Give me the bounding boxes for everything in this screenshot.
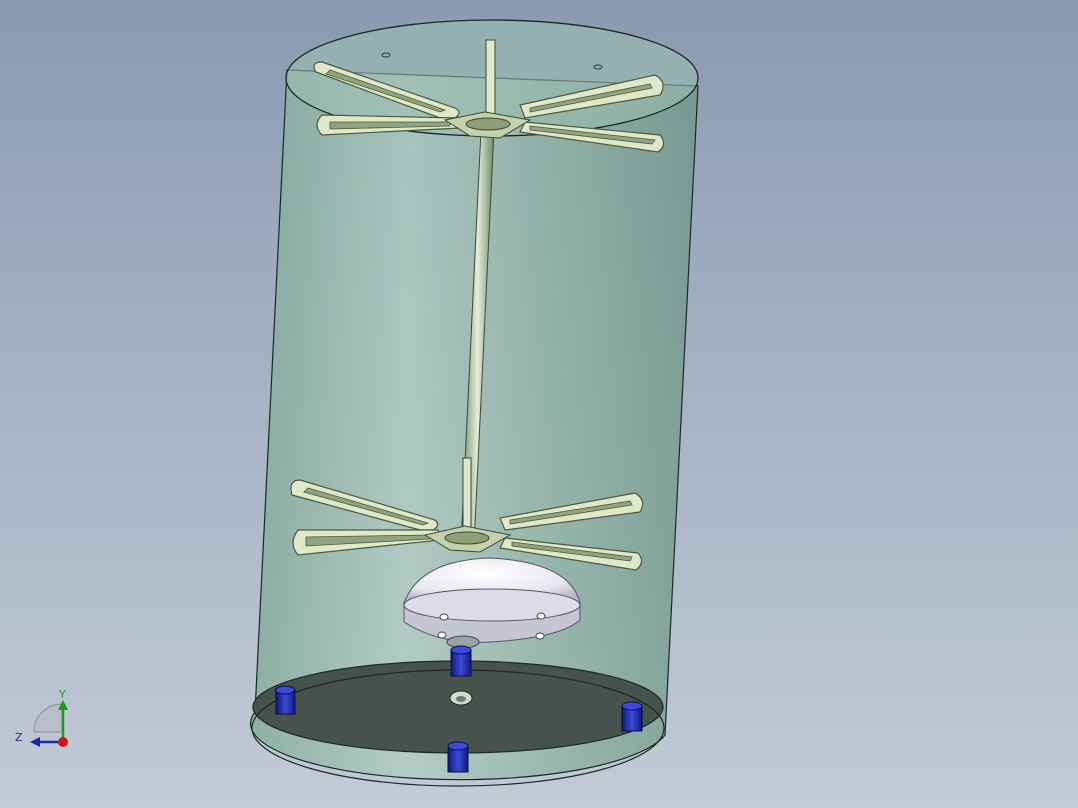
cad-3d-viewport[interactable]: Y Z bbox=[0, 0, 1078, 808]
triad-z-label: Z bbox=[15, 731, 23, 744]
foot-right bbox=[621, 701, 643, 732]
floor-center-hole-inner bbox=[456, 696, 466, 702]
dome-bolt-2 bbox=[536, 612, 546, 620]
triad-x-dot-icon bbox=[58, 737, 68, 747]
dome-bolt-1 bbox=[439, 613, 449, 621]
shaft-lower-tip bbox=[462, 457, 472, 529]
triad-z-arrow-icon bbox=[30, 737, 40, 747]
mixing-tank-model[interactable] bbox=[0, 0, 1078, 808]
triad-arc bbox=[33, 703, 63, 733]
dome-bolt-4 bbox=[535, 632, 545, 640]
dome-bolt-3 bbox=[437, 631, 447, 639]
shaft-top-tip bbox=[485, 39, 496, 116]
foot-left bbox=[275, 685, 296, 715]
foot-bottom bbox=[447, 741, 469, 773]
foot-center-top bbox=[450, 645, 472, 677]
triad-y-label: Y bbox=[59, 688, 66, 701]
